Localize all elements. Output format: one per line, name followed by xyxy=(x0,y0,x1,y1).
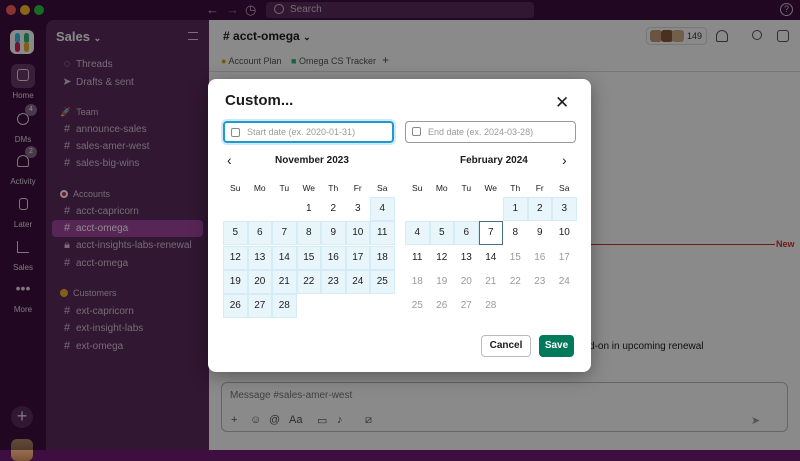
custom-date-modal: Custom... ✕ ‹ November 2023 February 202… xyxy=(208,79,591,372)
calendar-day[interactable]: 26 xyxy=(223,294,248,319)
calendar-day[interactable]: 24 xyxy=(345,269,370,294)
calendar-day[interactable]: 27 xyxy=(454,294,479,318)
right-month-title: February 2024 xyxy=(460,155,528,166)
calendar-day[interactable]: 1 xyxy=(503,197,528,221)
calendar-day[interactable]: 23 xyxy=(321,269,346,294)
calendar-day[interactable]: 19 xyxy=(430,270,455,294)
calendar-day[interactable]: 4 xyxy=(370,197,395,221)
calendar-day[interactable]: 7 xyxy=(478,221,503,246)
weekday-label: Tu xyxy=(461,183,472,193)
calendar-day[interactable]: 5 xyxy=(223,221,248,246)
weekday-label: We xyxy=(484,183,498,193)
weekday-label: Su xyxy=(412,183,423,193)
weekday-label: Th xyxy=(510,183,521,193)
calendar-day[interactable]: 26 xyxy=(430,294,455,318)
weekday-label: Fr xyxy=(535,183,544,193)
left-month-title: November 2023 xyxy=(275,155,349,166)
weekday-label: Tu xyxy=(279,183,290,193)
calendar-day[interactable]: 2 xyxy=(527,197,552,221)
calendar-day[interactable]: 20 xyxy=(454,270,479,294)
calendar-day[interactable]: 18 xyxy=(405,270,430,294)
end-date-input[interactable] xyxy=(428,127,568,137)
calendar-day[interactable]: 13 xyxy=(454,246,479,270)
calendar-day[interactable]: 15 xyxy=(503,246,528,270)
weekday-label: Fr xyxy=(353,183,362,193)
calendar-day[interactable]: 12 xyxy=(430,246,455,270)
calendar-day[interactable]: 11 xyxy=(405,246,430,270)
weekday-label: Sa xyxy=(377,183,388,193)
calendar-day[interactable]: 8 xyxy=(503,221,528,245)
close-icon[interactable]: ✕ xyxy=(555,94,569,111)
calendar-day[interactable]: 9 xyxy=(321,221,346,246)
weekday-label: Mo xyxy=(253,183,266,193)
calendar-day[interactable]: 16 xyxy=(528,246,553,270)
weekday-label: Su xyxy=(230,183,241,193)
modal-title: Custom... xyxy=(225,92,294,109)
end-date-field[interactable] xyxy=(405,121,576,143)
calendar-day[interactable]: 5 xyxy=(429,221,454,246)
calendar-day[interactable]: 16 xyxy=(321,245,346,270)
calendar-day[interactable]: 25 xyxy=(405,294,430,318)
calendar-day[interactable]: 22 xyxy=(503,270,528,294)
calendar-day[interactable]: 19 xyxy=(223,269,248,294)
calendar-icon xyxy=(412,127,421,136)
calendar-day[interactable]: 1 xyxy=(297,197,322,221)
calendar-day[interactable]: 10 xyxy=(552,221,577,245)
calendar-day[interactable]: 8 xyxy=(296,221,321,246)
calendar-day[interactable]: 6 xyxy=(247,221,272,246)
calendar-day[interactable]: 22 xyxy=(296,269,321,294)
calendar-day[interactable]: 24 xyxy=(552,270,577,294)
calendar-day[interactable]: 21 xyxy=(479,270,504,294)
calendar-icon xyxy=(231,128,240,137)
cancel-button[interactable]: Cancel xyxy=(481,335,531,357)
weekday-label: Sa xyxy=(559,183,570,193)
calendar-day[interactable]: 28 xyxy=(272,294,297,319)
calendar-day[interactable]: 13 xyxy=(247,245,272,270)
calendar-day[interactable]: 20 xyxy=(247,269,272,294)
calendar-day[interactable]: 25 xyxy=(370,269,395,294)
start-date-field[interactable] xyxy=(223,121,394,143)
calendar-day[interactable]: 7 xyxy=(272,221,297,246)
calendar-day[interactable]: 11 xyxy=(370,221,395,246)
calendar-day[interactable]: 14 xyxy=(272,245,297,270)
calendar-day[interactable]: 18 xyxy=(370,245,395,270)
calendar-day[interactable]: 12 xyxy=(223,245,248,270)
weekday-label: We xyxy=(302,183,316,193)
calendar-day[interactable]: 10 xyxy=(345,221,370,246)
calendar-day[interactable]: 4 xyxy=(405,221,430,246)
calendar-day[interactable]: 3 xyxy=(552,197,577,221)
calendar-day[interactable]: 27 xyxy=(247,294,272,319)
calendar-day[interactable]: 2 xyxy=(321,197,346,221)
calendar-day[interactable]: 9 xyxy=(528,221,553,245)
start-date-input[interactable] xyxy=(247,127,387,137)
next-month-icon[interactable]: › xyxy=(562,152,567,168)
weekday-label: Th xyxy=(328,183,339,193)
calendar-day[interactable]: 15 xyxy=(296,245,321,270)
weekday-label: Mo xyxy=(435,183,448,193)
calendar-day[interactable]: 3 xyxy=(346,197,371,221)
prev-month-icon[interactable]: ‹ xyxy=(227,152,232,168)
calendar-day[interactable]: 17 xyxy=(552,246,577,270)
calendar-day[interactable]: 23 xyxy=(528,270,553,294)
save-button[interactable]: Save xyxy=(539,335,574,357)
calendar-day[interactable]: 21 xyxy=(272,269,297,294)
calendar-day[interactable]: 6 xyxy=(454,221,479,246)
calendar-day[interactable]: 17 xyxy=(345,245,370,270)
calendar-day[interactable]: 28 xyxy=(479,294,504,318)
calendar-day[interactable]: 14 xyxy=(479,246,504,270)
